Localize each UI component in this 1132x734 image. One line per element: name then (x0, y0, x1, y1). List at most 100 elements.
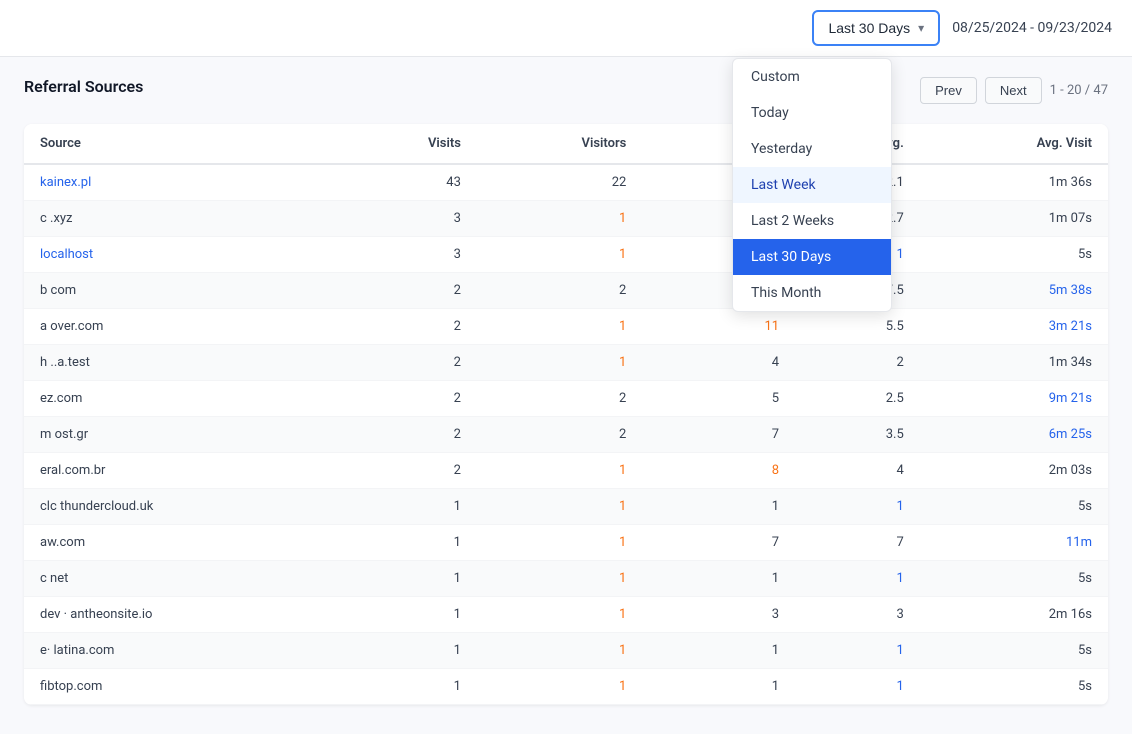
table-row: fibtop.com11115s (24, 669, 1108, 705)
visits-cell: 1 (337, 561, 477, 597)
visitors-cell: 1 (477, 525, 642, 561)
avg-cell: 5.5 (795, 309, 920, 345)
avg-visit-cell: 1m 34s (920, 345, 1108, 381)
avg-visit-cell: 5s (920, 669, 1108, 705)
source-cell: fibtop.com (24, 669, 337, 705)
dropdown-item-last-30-days[interactable]: Last 30 Days (733, 239, 891, 275)
visits-cell: 2 (337, 345, 477, 381)
visits-cell: 2 (337, 417, 477, 453)
dropdown-item-last-week[interactable]: Last Week (733, 167, 891, 203)
col-avg-visit: Avg. Visit (920, 124, 1108, 164)
top-bar: Last 30 Days ▾ 08/25/2024 - 09/23/2024 C… (0, 0, 1132, 57)
visits-cell: 2 (337, 453, 477, 489)
avg-visit-cell: 5m 38s (920, 273, 1108, 309)
visitors-cell: 2 (477, 273, 642, 309)
referral-sources-table: Source Visits Visitors Events Avg. Avg. … (24, 124, 1108, 705)
avg-visit-cell: 5s (920, 633, 1108, 669)
avg-visit-cell: 1m 36s (920, 164, 1108, 201)
table-row: localhost31315s (24, 237, 1108, 273)
source-link[interactable]: localhost (40, 247, 93, 262)
source-cell: clc thundercloud.uk (24, 489, 337, 525)
source-cell: a over.com (24, 309, 337, 345)
avg-cell: 2.5 (795, 381, 920, 417)
visits-cell: 1 (337, 669, 477, 705)
chevron-down-icon: ▾ (918, 21, 924, 35)
dropdown-menu: CustomTodayYesterdayLast WeekLast 2 Week… (732, 58, 892, 312)
visits-cell: 2 (337, 273, 477, 309)
avg-visit-cell: 1m 07s (920, 201, 1108, 237)
section-title: Referral Sources (24, 77, 143, 96)
visitors-cell: 1 (477, 345, 642, 381)
visits-cell: 1 (337, 633, 477, 669)
source-cell: c net (24, 561, 337, 597)
col-source: Source (24, 124, 337, 164)
visitors-cell: 1 (477, 633, 642, 669)
avg-visit-cell: 5s (920, 489, 1108, 525)
visitors-cell: 1 (477, 669, 642, 705)
source-cell: e· latina.com (24, 633, 337, 669)
avg-cell: 1 (795, 669, 920, 705)
avg-visit-cell: 9m 21s (920, 381, 1108, 417)
events-cell: 1 (642, 633, 795, 669)
date-range-button[interactable]: Last 30 Days ▾ (812, 10, 940, 46)
avg-cell: 1 (795, 633, 920, 669)
visitors-cell: 1 (477, 309, 642, 345)
avg-cell: 1 (795, 561, 920, 597)
events-cell: 3 (642, 597, 795, 633)
table-row: aw.com117711m (24, 525, 1108, 561)
avg-cell: 1 (795, 489, 920, 525)
events-cell: 1 (642, 489, 795, 525)
avg-cell: 3.5 (795, 417, 920, 453)
visitors-cell: 1 (477, 561, 642, 597)
pagination-info: 1 - 20 / 47 (1050, 83, 1108, 98)
avg-visit-cell: 6m 25s (920, 417, 1108, 453)
table-row: e· latina.com11115s (24, 633, 1108, 669)
dropdown-item-today[interactable]: Today (733, 95, 891, 131)
avg-visit-cell: 5s (920, 237, 1108, 273)
visits-cell: 2 (337, 309, 477, 345)
source-cell: c .xyz (24, 201, 337, 237)
table-row: clc thundercloud.uk11115s (24, 489, 1108, 525)
dropdown-item-custom[interactable]: Custom (733, 59, 891, 95)
visits-cell: 3 (337, 201, 477, 237)
visitors-cell: 22 (477, 164, 642, 201)
avg-visit-cell: 3m 21s (920, 309, 1108, 345)
visits-cell: 3 (337, 237, 477, 273)
dropdown-item-this-month[interactable]: This Month (733, 275, 891, 311)
avg-visit-cell: 2m 03s (920, 453, 1108, 489)
visits-cell: 1 (337, 597, 477, 633)
col-visits: Visits (337, 124, 477, 164)
events-cell: 11 (642, 309, 795, 345)
date-range-label: Last 30 Days (828, 20, 910, 36)
next-button[interactable]: Next (985, 77, 1042, 104)
table-row: kainex.pl4322892.11m 36s (24, 164, 1108, 201)
visitors-cell: 1 (477, 237, 642, 273)
source-cell: dev · antheonsite.io (24, 597, 337, 633)
avg-visit-cell: 5s (920, 561, 1108, 597)
visitors-cell: 1 (477, 597, 642, 633)
events-cell: 5 (642, 381, 795, 417)
table-row: ez.com2252.59m 21s (24, 381, 1108, 417)
pagination-controls: Prev Next 1 - 20 / 47 (920, 77, 1108, 104)
dropdown-item-yesterday[interactable]: Yesterday (733, 131, 891, 167)
events-cell: 7 (642, 417, 795, 453)
table-body: kainex.pl4322892.11m 36sc .xyz3182.71m 0… (24, 164, 1108, 705)
source-cell: b com (24, 273, 337, 309)
avg-visit-cell: 2m 16s (920, 597, 1108, 633)
table-row: dev · antheonsite.io11332m 16s (24, 597, 1108, 633)
avg-visit-cell: 11m (920, 525, 1108, 561)
visitors-cell: 1 (477, 453, 642, 489)
source-cell: eral.com.br (24, 453, 337, 489)
table-row: m ost.gr2273.56m 25s (24, 417, 1108, 453)
source-link[interactable]: kainex.pl (40, 175, 91, 190)
avg-cell: 4 (795, 453, 920, 489)
visits-cell: 43 (337, 164, 477, 201)
prev-button[interactable]: Prev (920, 77, 977, 104)
table-row: b com22157.55m 38s (24, 273, 1108, 309)
dropdown-item-last-2-weeks[interactable]: Last 2 Weeks (733, 203, 891, 239)
visits-cell: 1 (337, 525, 477, 561)
source-cell: ez.com (24, 381, 337, 417)
events-cell: 4 (642, 345, 795, 381)
source-cell: aw.com (24, 525, 337, 561)
avg-cell: 3 (795, 597, 920, 633)
